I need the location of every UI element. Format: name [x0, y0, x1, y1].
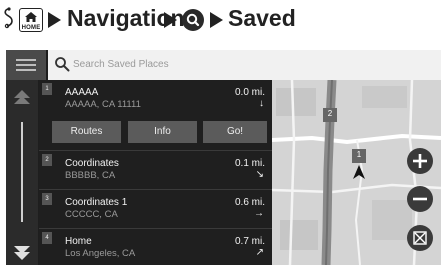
sequence-glyph-icon [4, 7, 13, 29]
scroll-down-icon[interactable] [12, 242, 32, 262]
saved-places-list: 1 AAAAA AAAAA, CA 11111 0.0 mi. ↓ Routes… [39, 80, 272, 265]
place-distance: 0.7 mi. [234, 236, 265, 247]
home-label: HOME [21, 25, 41, 31]
menu-icon [16, 59, 36, 61]
plus-icon [413, 154, 427, 168]
item-index: 2 [42, 154, 52, 166]
list-item[interactable]: 3 Coordinates 1 CCCCC, CA 0.6 mi. → [39, 190, 272, 228]
map-marker-label: 2 [327, 109, 333, 118]
menu-icon-bar [16, 64, 36, 66]
list-item[interactable]: 2 Coordinates BBBBB, CA 0.1 mi. ↘ [39, 151, 272, 189]
home-icon: HOME [19, 8, 43, 32]
menu-button[interactable] [6, 50, 46, 80]
direction-arrow-icon: ↓ [259, 98, 264, 109]
place-distance: 0.1 mi. [234, 158, 265, 169]
place-address: AAAAA, CA 11111 [65, 99, 141, 110]
place-address: CCCCC, CA [65, 209, 118, 220]
item-index: 4 [42, 232, 52, 244]
expand-arrows-icon [413, 231, 427, 245]
menu-icon-bar [16, 69, 36, 71]
scroll-track[interactable] [21, 122, 23, 222]
direction-arrow-icon: ↗ [255, 247, 264, 258]
zoom-in-button[interactable] [407, 148, 433, 174]
direction-arrow-icon: ↘ [255, 169, 264, 180]
place-name: Home [65, 236, 92, 247]
scroll-up-icon[interactable] [12, 88, 32, 108]
place-name: AAAAA [65, 87, 99, 98]
zoom-out-button[interactable] [407, 186, 433, 212]
map-options-button[interactable] [407, 225, 433, 251]
place-name: Coordinates [65, 158, 119, 169]
current-position-icon [353, 165, 365, 179]
search-placeholder: Search Saved Places [73, 59, 169, 70]
breadcrumb-arrow-icon [210, 12, 223, 28]
place-address: Los Angeles, CA [65, 248, 136, 259]
item-index: 3 [42, 193, 52, 205]
map-marker-1[interactable]: 1 [352, 149, 366, 163]
minus-icon [413, 197, 427, 201]
direction-arrow-icon: → [254, 208, 264, 219]
item-index: 1 [42, 83, 52, 95]
routes-button[interactable]: Routes [52, 121, 121, 143]
breadcrumb-arrow-icon [164, 12, 177, 28]
list-item[interactable]: 4 Home Los Angeles, CA 0.7 mi. ↗ [39, 229, 272, 265]
place-distance: 0.6 mi. [234, 197, 265, 208]
go-button[interactable]: Go! [203, 121, 267, 143]
breadcrumb-arrow-icon [48, 12, 61, 28]
search-input[interactable]: Search Saved Places [48, 50, 441, 80]
place-address: BBBBB, CA [65, 170, 116, 181]
place-distance: 0.0 mi. [234, 87, 265, 98]
navigation-screen: 2 1 Search Saved Places 1 AAAAA AAAAA, C… [6, 50, 441, 265]
map-marker-2[interactable]: 2 [323, 108, 337, 122]
info-button[interactable]: Info [128, 121, 197, 143]
scroll-bar[interactable] [6, 80, 38, 265]
place-name: Coordinates 1 [65, 197, 128, 208]
search-icon [55, 57, 70, 72]
breadcrumb-saved: Saved [228, 5, 296, 31]
search-icon [182, 9, 204, 31]
map-view[interactable]: 2 1 [272, 80, 441, 265]
map-marker-label: 1 [356, 150, 362, 159]
breadcrumb: HOME Navigation Saved [0, 0, 447, 38]
